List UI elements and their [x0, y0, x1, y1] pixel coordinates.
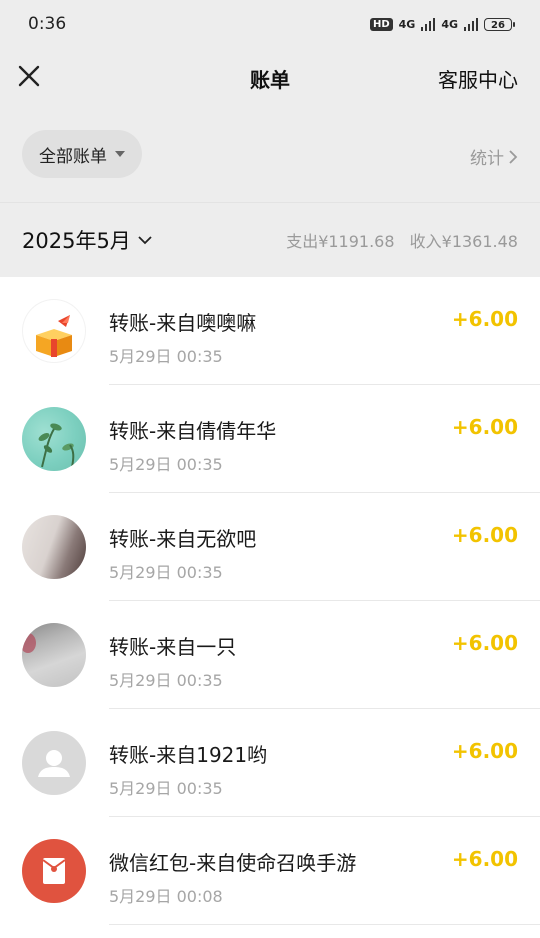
transaction-amount: +6.00 [451, 523, 518, 547]
month-selector[interactable]: 2025年5月 [22, 225, 153, 255]
transaction-item[interactable]: 转账-来自噢噢嘛 5月29日 00:35 +6.00 [0, 277, 540, 385]
status-bar: 0:36 HD 4G 4G 26 [0, 0, 540, 48]
transaction-time: 5月29日 00:08 [109, 887, 223, 906]
transaction-time: 5月29日 00:35 [109, 455, 223, 474]
transaction-amount: +6.00 [451, 847, 518, 871]
transaction-time: 5月29日 00:35 [109, 779, 223, 798]
stats-link[interactable]: 统计 [470, 144, 518, 169]
default-user-avatar [22, 731, 86, 795]
transaction-title: 转账-来自一只 [109, 635, 237, 659]
signal-icon [464, 17, 478, 31]
transaction-amount: +6.00 [451, 415, 518, 439]
signal-icon [421, 17, 436, 31]
income-total: 收入¥1361.48 [409, 232, 518, 251]
status-time: 0:36 [28, 14, 67, 34]
network-label-2: 4G [441, 17, 458, 31]
network-label-1: 4G [398, 17, 416, 31]
page-title: 账单 [250, 67, 290, 92]
transaction-item[interactable]: 转账-来自倩倩年华 5月29日 00:35 +6.00 [0, 385, 540, 493]
transaction-title: 转账-来自倩倩年华 [109, 419, 277, 443]
plant-photo-avatar [22, 407, 86, 471]
transaction-amount: +6.00 [451, 739, 518, 763]
transaction-title: 转账-来自噢噢嘛 [109, 311, 257, 335]
transaction-title: 微信红包-来自使命召唤手游 [109, 851, 357, 875]
transaction-title: 转账-来自无欲吧 [109, 527, 257, 551]
transaction-title: 转账-来自1921哟 [109, 743, 268, 767]
red-packet-icon [22, 839, 86, 903]
transaction-time: 5月29日 00:35 [109, 671, 223, 690]
transaction-time: 5月29日 00:35 [109, 563, 223, 582]
transaction-item[interactable]: 转账-来自1921哟 5月29日 00:35 +6.00 [0, 709, 540, 817]
chevron-right-icon [509, 149, 518, 164]
expense-total: 支出¥1191.68 [286, 232, 395, 251]
bill-filter-dropdown[interactable]: 全部账单 [22, 130, 142, 178]
gift-box-avatar [22, 299, 86, 363]
transaction-item[interactable]: 转账-来自无欲吧 5月29日 00:35 +6.00 [0, 493, 540, 601]
transaction-list: 转账-来自噢噢嘛 5月29日 00:35 +6.00 转账-来自倩倩年华 5月2… [0, 277, 540, 925]
transaction-item[interactable]: 转账-来自一只 5月29日 00:35 +6.00 [0, 601, 540, 709]
divider [109, 924, 540, 925]
transaction-amount: +6.00 [451, 631, 518, 655]
status-icons: HD 4G 4G 26 [369, 17, 515, 31]
caret-down-icon [115, 151, 125, 157]
filter-row: 全部账单 统计 [0, 108, 540, 202]
transaction-time: 5月29日 00:35 [109, 347, 223, 366]
photo-avatar [22, 515, 86, 579]
customer-service-link[interactable]: 客服中心 [438, 64, 518, 93]
header-area: 0:36 HD 4G 4G 26 账单 客服中心 全部账单 统计 [0, 0, 540, 202]
month-row: 2025年5月 支出¥1191.68 收入¥1361.48 [0, 202, 540, 277]
stats-label: 统计 [470, 149, 504, 169]
transaction-amount: +6.00 [451, 307, 518, 331]
close-icon[interactable] [16, 63, 42, 89]
nav-bar: 账单 客服中心 [0, 48, 540, 108]
month-label: 2025年5月 [22, 229, 131, 253]
photo-avatar [22, 623, 86, 687]
hd-badge: HD [369, 17, 393, 31]
battery-icon: 26 [484, 17, 515, 31]
chevron-down-icon [138, 236, 152, 245]
transaction-item[interactable]: 微信红包-来自使命召唤手游 5月29日 00:08 +6.00 [0, 817, 540, 925]
month-summary: 支出¥1191.68 收入¥1361.48 [286, 228, 518, 252]
bill-filter-label: 全部账单 [39, 146, 107, 167]
